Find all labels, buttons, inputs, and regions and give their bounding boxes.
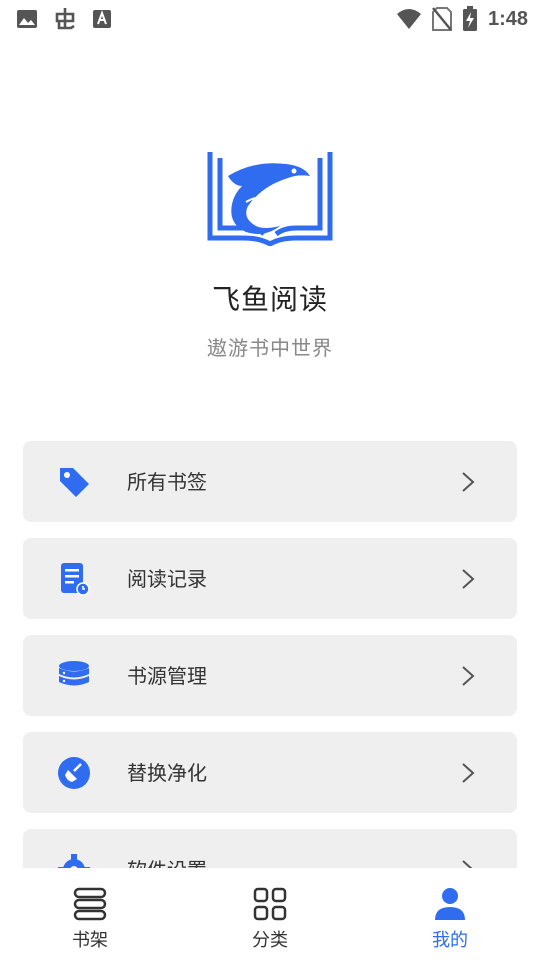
tag-icon — [60, 468, 89, 497]
database-icon — [59, 661, 89, 686]
wifi-icon — [396, 9, 421, 29]
status-bar-right: 1:48 — [396, 6, 528, 32]
app-slogan: 遨游书中世界 — [207, 336, 333, 360]
app-title: 飞鱼阅读 — [211, 283, 328, 316]
person-icon — [435, 888, 465, 920]
menu-label: 书源管理 — [127, 664, 207, 688]
menu-label: 阅读记录 — [127, 567, 207, 591]
gear-icon — [58, 854, 90, 868]
app-logo-icon — [207, 152, 333, 246]
menu-item-app-settings[interactable]: 软件设置 — [23, 829, 517, 868]
nav-tab-mine[interactable]: 我的 — [360, 868, 540, 960]
font-icon — [93, 10, 111, 28]
chevron-right-icon — [462, 763, 475, 783]
status-bar: 1:48 — [0, 0, 540, 38]
no-sim-icon — [431, 7, 452, 31]
nav-tab-category[interactable]: 分类 — [180, 868, 360, 960]
menu-item-bookmarks[interactable]: 所有书签 — [23, 441, 517, 522]
menu-label: 软件设置 — [127, 856, 207, 868]
menu-item-replace-purify[interactable]: 替换净化 — [23, 732, 517, 813]
chevron-right-icon — [462, 569, 475, 589]
nav-label: 书架 — [72, 930, 108, 951]
bottom-navigation: 书架 分类 我的 — [0, 868, 540, 960]
grid-icon — [253, 887, 287, 921]
battery-charging-icon — [462, 6, 477, 31]
bug-icon — [55, 8, 75, 30]
image-icon — [17, 10, 37, 28]
settings-menu: 所有书签 阅读记录 书源管理 替换净化 — [23, 441, 517, 868]
chevron-right-icon — [462, 666, 475, 686]
menu-label: 替换净化 — [127, 761, 207, 785]
menu-item-book-sources[interactable]: 书源管理 — [23, 635, 517, 716]
document-clock-icon — [61, 563, 90, 596]
chevron-right-icon — [462, 860, 473, 868]
nav-tab-bookshelf[interactable]: 书架 — [0, 868, 180, 960]
nav-label: 分类 — [252, 930, 288, 951]
menu-label: 所有书签 — [127, 470, 207, 494]
menu-item-reading-history[interactable]: 阅读记录 — [23, 538, 517, 619]
chevron-right-icon — [462, 472, 475, 492]
status-time: 1:48 — [487, 7, 528, 30]
status-bar-left — [16, 6, 112, 32]
bookshelf-icon — [73, 887, 107, 921]
broom-icon — [58, 757, 90, 789]
nav-label: 我的 — [432, 930, 468, 951]
